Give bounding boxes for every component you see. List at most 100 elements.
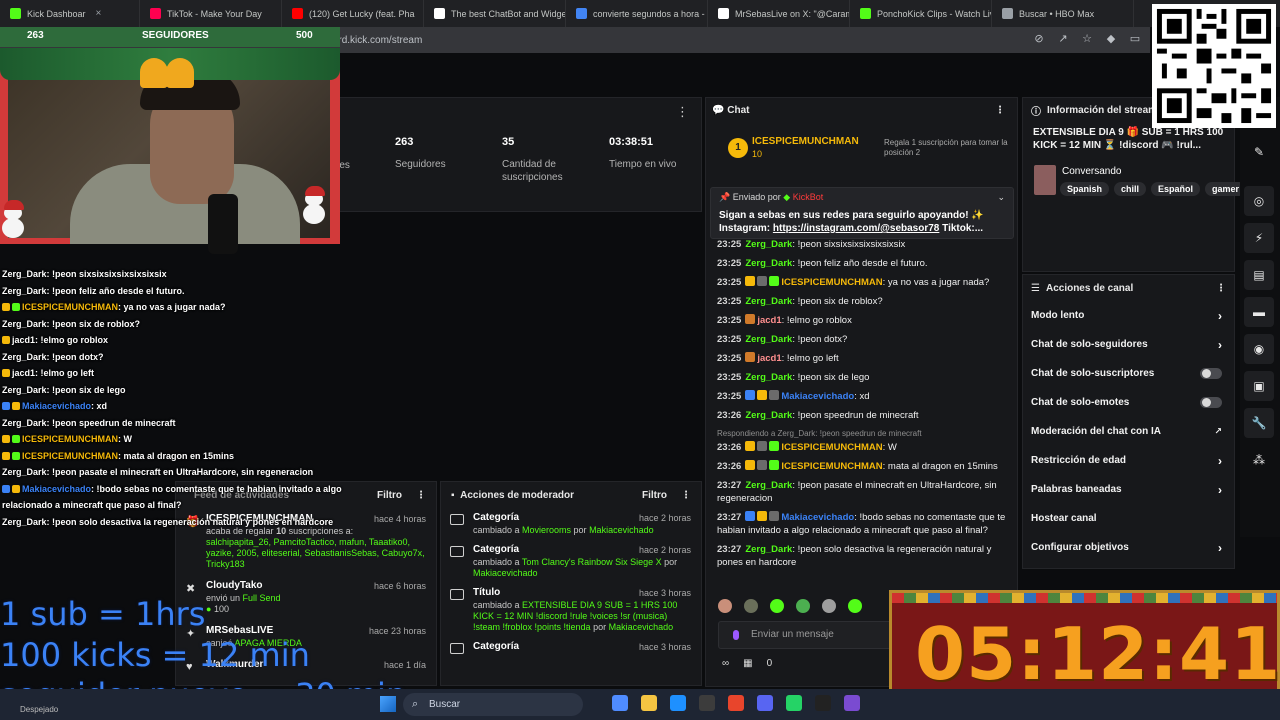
browser-tab[interactable]: convierte segundos a hora - B bbox=[566, 0, 708, 27]
channel-action-item[interactable]: Moderación del chat con IA ↗ bbox=[1023, 417, 1234, 446]
message-user[interactable]: Zerg_Dark bbox=[745, 239, 792, 250]
message-user[interactable]: Makiacevichado bbox=[781, 512, 854, 523]
broadcast-icon[interactable]: ◉ bbox=[1244, 334, 1274, 364]
brave-icon[interactable] bbox=[728, 695, 744, 711]
emote-icon[interactable] bbox=[718, 599, 732, 613]
chat-message[interactable]: 23:26 ICESPICEMUNCHMAN: W bbox=[717, 438, 1013, 457]
channel-action-item[interactable]: Configurar objetivos › bbox=[1023, 533, 1234, 562]
discord-icon[interactable] bbox=[757, 695, 773, 711]
category-name[interactable]: Conversando bbox=[1062, 166, 1121, 177]
chat-message[interactable]: 23:25 jacd1: !elmo go roblox bbox=[717, 311, 1013, 330]
chat-message[interactable]: 23:25 Zerg_Dark: !peon six de lego bbox=[717, 368, 1013, 387]
mod-filter-button[interactable]: Filtro bbox=[642, 490, 667, 501]
more-options-icon[interactable]: ⋮ bbox=[681, 490, 691, 501]
more-options-icon[interactable]: ⋮ bbox=[416, 490, 426, 501]
app-icon[interactable] bbox=[699, 695, 715, 711]
store-icon[interactable]: ▦ bbox=[743, 658, 752, 669]
toggle-switch[interactable] bbox=[1200, 397, 1222, 408]
chat-message[interactable]: 23:25 Zerg_Dark: !peon feliz año desde el… bbox=[717, 254, 1013, 273]
sidebar-icon[interactable]: ▭ bbox=[1128, 32, 1142, 46]
apps-icon[interactable]: ⁂ bbox=[1244, 445, 1274, 475]
emote-icon[interactable] bbox=[796, 599, 810, 613]
chat-message[interactable]: 23:25 Makiacevichado: xd bbox=[717, 387, 1013, 406]
chat-message[interactable]: 23:26 Zerg_Dark: !peon speedrun de minecr… bbox=[717, 406, 1013, 425]
layout-icon[interactable]: ▣ bbox=[1244, 371, 1274, 401]
channel-action-item[interactable]: Modo lento › bbox=[1023, 301, 1234, 330]
browser-tab[interactable]: The best ChatBot and Widget bbox=[424, 0, 566, 27]
browser-tab[interactable]: TikTok - Make Your Day bbox=[140, 0, 282, 27]
chat-message[interactable]: 23:25 Zerg_Dark: !peon dotx? bbox=[717, 330, 1013, 349]
message-user[interactable]: Zerg_Dark bbox=[745, 372, 792, 383]
category-thumbnail[interactable] bbox=[1034, 165, 1056, 195]
share-icon[interactable]: ↗ bbox=[1056, 32, 1070, 46]
whatsapp-icon[interactable] bbox=[786, 695, 802, 711]
chat-message[interactable]: 23:25 Zerg_Dark: !peon six de roblox? bbox=[717, 292, 1013, 311]
gift-prompt[interactable]: Regala 1 suscripción para tomar la posic… bbox=[874, 138, 1014, 158]
emote-icon[interactable] bbox=[744, 599, 758, 613]
chat-message[interactable]: 23:25 ICESPICEMUNCHMAN: ya no vas a jugar… bbox=[717, 273, 1013, 292]
message-user[interactable]: Zerg_Dark bbox=[745, 410, 792, 421]
message-user[interactable]: Zerg_Dark bbox=[745, 258, 792, 269]
channel-action-item[interactable]: Chat de solo-emotes bbox=[1023, 388, 1234, 417]
bookmark-icon[interactable]: ☆ bbox=[1080, 32, 1094, 46]
chat-message[interactable]: 23:25 jacd1: !elmo go left bbox=[717, 349, 1013, 368]
target-icon[interactable]: ◎ bbox=[1244, 186, 1274, 216]
edge-icon[interactable] bbox=[670, 695, 686, 711]
kick-points-icon[interactable]: ∞ bbox=[722, 658, 729, 669]
extension-icon[interactable]: ◆ bbox=[1104, 32, 1118, 46]
message-user[interactable]: Zerg_Dark bbox=[745, 296, 792, 307]
stream-tag[interactable]: Español bbox=[1151, 182, 1201, 196]
chat-icon[interactable]: ▬ bbox=[1244, 297, 1274, 327]
more-options-icon[interactable]: ⋮ bbox=[1216, 283, 1226, 294]
chat-message[interactable]: 23:26 ICESPICEMUNCHMAN: mata al dragon en… bbox=[717, 457, 1013, 476]
message-user[interactable]: ICESPICEMUNCHMAN bbox=[781, 442, 882, 453]
message-user[interactable]: ICESPICEMUNCHMAN bbox=[781, 461, 882, 472]
copilot-icon[interactable] bbox=[612, 695, 628, 711]
eye-off-icon[interactable]: ⊘ bbox=[1032, 32, 1046, 46]
toggle-switch[interactable] bbox=[1200, 368, 1222, 379]
stream-tag[interactable]: Spanish bbox=[1060, 182, 1110, 196]
channel-action-item[interactable]: Chat de solo-suscriptores bbox=[1023, 359, 1234, 388]
message-user[interactable]: ICESPICEMUNCHMAN bbox=[781, 277, 882, 288]
folder-icon[interactable] bbox=[641, 695, 657, 711]
obs-icon[interactable] bbox=[815, 695, 831, 711]
channel-action-item[interactable]: Restricción de edad › bbox=[1023, 446, 1234, 475]
browser-tab[interactable]: MrSebasLive on X: "@Carame bbox=[708, 0, 850, 27]
chat-message-input[interactable]: Enviar un mensaje bbox=[718, 621, 893, 649]
app-icon[interactable] bbox=[844, 695, 860, 711]
channel-action-item[interactable]: Hostear canal bbox=[1023, 504, 1234, 533]
feed-filter-button[interactable]: Filtro bbox=[377, 490, 402, 501]
wrench-icon[interactable]: 🔧 bbox=[1244, 408, 1274, 438]
chat-message[interactable]: 23:27 Zerg_Dark: !peon solo desactiva la … bbox=[717, 540, 1013, 572]
message-user[interactable]: jacd1 bbox=[757, 353, 781, 364]
bolt-icon[interactable]: ⚡ bbox=[1244, 223, 1274, 253]
more-options-icon[interactable]: ⋮ bbox=[676, 104, 689, 120]
chevron-down-icon[interactable]: ⌄ bbox=[997, 192, 1005, 203]
browser-tab[interactable]: PonchoKick Clips - Watch Live bbox=[850, 0, 992, 27]
chat-message[interactable]: 23:27 Makiacevichado: !bodo sebas no come… bbox=[717, 508, 1013, 540]
message-user[interactable]: Zerg_Dark bbox=[745, 480, 792, 491]
taskbar-search[interactable]: ⌕ Buscar bbox=[403, 693, 583, 716]
stream-tag[interactable]: chill bbox=[1114, 182, 1147, 196]
browser-tab[interactable]: Kick Dashboar × bbox=[0, 0, 140, 27]
message-user[interactable]: jacd1 bbox=[757, 315, 781, 326]
message-user[interactable]: Makiacevichado bbox=[781, 391, 854, 402]
chat-message[interactable]: 23:25 Zerg_Dark: !peon sixsixsixsixsixsix… bbox=[717, 235, 1013, 254]
gifter-name[interactable]: ICESPICEMUNCHMAN bbox=[752, 136, 859, 147]
emote-icon[interactable] bbox=[848, 599, 862, 613]
emote-icon[interactable] bbox=[770, 599, 784, 613]
pinned-link[interactable]: https://instagram.com/@sebasor78 bbox=[773, 223, 939, 234]
message-user[interactable]: Zerg_Dark bbox=[745, 334, 792, 345]
channel-action-item[interactable]: Chat de solo-seguidores › bbox=[1023, 330, 1234, 359]
message-user[interactable]: Zerg_Dark bbox=[745, 544, 792, 555]
browser-tab[interactable]: (120) Get Lucky (feat. Pha bbox=[282, 0, 424, 27]
channel-action-item[interactable]: Palabras baneadas › bbox=[1023, 475, 1234, 504]
more-options-icon[interactable]: ⋮ bbox=[995, 105, 1005, 116]
close-tab-icon[interactable]: × bbox=[96, 8, 102, 19]
emote-icon[interactable] bbox=[822, 599, 836, 613]
browser-tab[interactable]: Buscar • HBO Max bbox=[992, 0, 1134, 27]
mic-icon[interactable] bbox=[733, 630, 739, 640]
chat-message[interactable]: 23:27 Zerg_Dark: !peon pasate el minecraf… bbox=[717, 476, 1013, 508]
start-icon[interactable] bbox=[380, 696, 396, 712]
edit-icon[interactable]: ✎ bbox=[1244, 137, 1274, 167]
